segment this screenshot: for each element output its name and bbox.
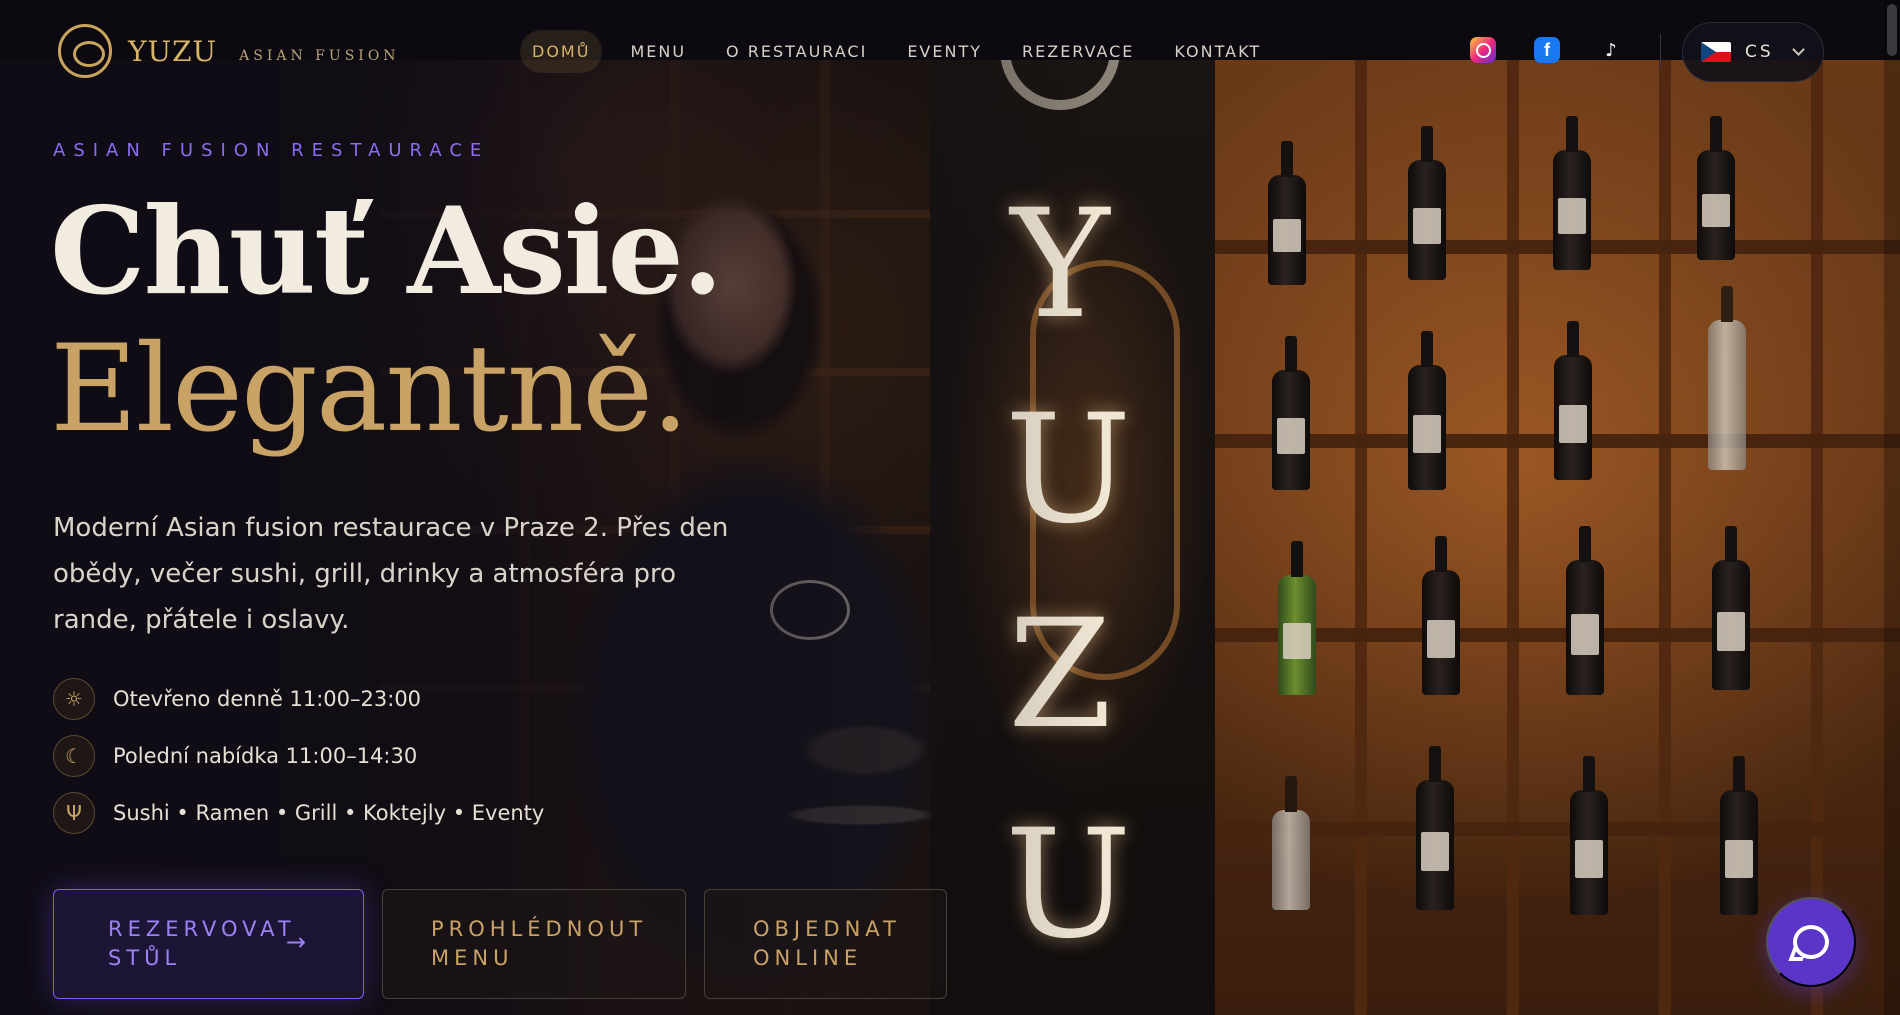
- wine-bottle: [1422, 536, 1460, 695]
- wine-bottle: [1712, 526, 1750, 690]
- button-label-line: PROHLÉDNOUT: [431, 917, 648, 941]
- feature-text: Sushi • Ramen • Grill • Koktejly • Event…: [113, 801, 545, 825]
- button-label-line: REZERVOVAT: [108, 917, 296, 941]
- chat-bubble-icon: [1793, 925, 1829, 959]
- chat-button[interactable]: [1766, 897, 1856, 987]
- wine-bottle: [1408, 126, 1446, 280]
- arrow-right-icon: →: [285, 928, 311, 956]
- hero-description: Moderní Asian fusion restaurace v Praze …: [53, 513, 729, 635]
- nav-item-contact[interactable]: KONTAKT: [1162, 30, 1273, 73]
- brand-logo-link[interactable]: YUZU ASIAN FUSION: [58, 24, 400, 78]
- language-switcher[interactable]: CS: [1682, 22, 1824, 82]
- feature-lunch-menu: ☾ Polední nabídka 11:00–14:30: [53, 735, 417, 777]
- wine-bottle: [1278, 541, 1316, 695]
- wine-bottle: [1720, 756, 1758, 915]
- top-navigation: YUZU ASIAN FUSION DOMŮ MENU O RESTAURACI…: [0, 0, 1900, 100]
- hero-title-line1: Chuť Asie.: [50, 181, 724, 322]
- button-label: REZERVOVAT STŮL: [108, 915, 296, 973]
- yuzu-logo-icon: [58, 24, 112, 78]
- wine-bottle: [1553, 116, 1591, 270]
- feature-text: Otevřeno denně 11:00–23:00: [113, 687, 422, 711]
- page-scrollbar[interactable]: [1884, 0, 1900, 1015]
- feature-opening-hours: ☼ Otevřeno denně 11:00–23:00: [53, 678, 421, 720]
- moon-icon: ☾: [53, 735, 95, 777]
- button-label-line: STŮL: [108, 946, 182, 970]
- nav-item-home[interactable]: DOMŮ: [520, 30, 603, 73]
- order-online-button[interactable]: OBJEDNAT ONLINE: [704, 889, 947, 999]
- button-label-line: MENU: [431, 946, 514, 970]
- scrollbar-thumb[interactable]: [1887, 4, 1897, 56]
- czech-flag-icon: [1701, 42, 1731, 62]
- nav-divider: [1660, 34, 1661, 68]
- wine-bottle: [1554, 321, 1592, 480]
- brand-tagline: ASIAN FUSION: [239, 48, 400, 64]
- social-links: f ♪: [1470, 37, 1624, 63]
- main-menu: DOMŮ MENU O RESTAURACI EVENTY REZERVACE …: [520, 30, 1273, 73]
- nav-item-about[interactable]: O RESTAURACI: [714, 30, 879, 73]
- feature-cuisine: Ψ Sushi • Ramen • Grill • Koktejly • Eve…: [53, 792, 544, 834]
- view-menu-button[interactable]: PROHLÉDNOUT MENU: [382, 889, 686, 999]
- nav-item-reservations[interactable]: REZERVACE: [1010, 30, 1146, 73]
- hero-eyebrow: ASIAN FUSION RESTAURACE: [53, 140, 490, 161]
- feature-text: Polední nabídka 11:00–14:30: [113, 744, 418, 768]
- wine-bottle: [1272, 776, 1310, 910]
- wine-bottle: [1272, 336, 1310, 490]
- chevron-down-icon: [1791, 43, 1805, 56]
- button-label-line: OBJEDNAT: [753, 917, 901, 941]
- language-code: CS: [1745, 42, 1774, 62]
- button-label-line: ONLINE: [753, 946, 863, 970]
- reserve-table-button[interactable]: REZERVOVAT STŮL →: [53, 889, 364, 999]
- wine-bottle: [1566, 526, 1604, 695]
- instagram-icon[interactable]: [1470, 37, 1496, 63]
- brand-name: YUZU: [128, 34, 218, 68]
- nav-item-events[interactable]: EVENTY: [895, 30, 994, 73]
- facebook-icon[interactable]: f: [1534, 37, 1560, 63]
- button-label: PROHLÉDNOUT MENU: [431, 915, 647, 973]
- wine-bottle: [1570, 756, 1608, 915]
- tiktok-icon[interactable]: ♪: [1598, 37, 1624, 63]
- wine-bottle: [1708, 286, 1746, 470]
- hero-title-line2: Elegantně.: [50, 320, 689, 459]
- nav-item-menu[interactable]: MENU: [618, 30, 698, 73]
- button-label: OBJEDNAT ONLINE: [753, 915, 901, 973]
- wine-bottle: [1408, 331, 1446, 490]
- sun-icon: ☼: [53, 678, 95, 720]
- wine-bottle: [1697, 116, 1735, 260]
- wine-bottle: [1416, 746, 1454, 910]
- utensils-icon: Ψ: [53, 792, 95, 834]
- wine-bottle: [1268, 141, 1306, 285]
